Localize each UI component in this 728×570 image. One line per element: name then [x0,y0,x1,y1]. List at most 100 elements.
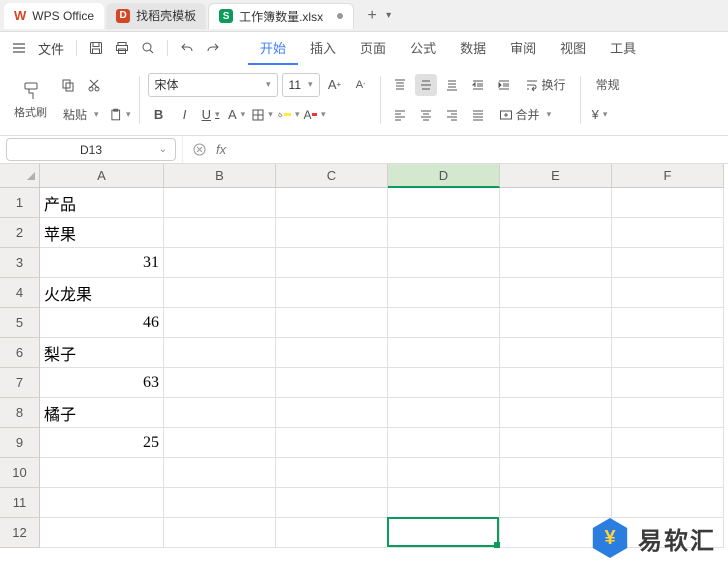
cell[interactable]: 46 [40,308,164,338]
ribbon-tab[interactable]: 审阅 [498,32,548,65]
print-icon[interactable] [111,37,133,59]
copy-icon[interactable] [57,74,79,96]
cell[interactable] [612,458,724,488]
cell[interactable] [612,338,724,368]
print-preview-icon[interactable] [137,37,159,59]
cell[interactable] [276,488,388,518]
cell[interactable] [164,398,276,428]
tab-add-button[interactable]: + [360,4,384,28]
format-painter-button[interactable]: 格式刷 [8,72,53,128]
redo-icon[interactable] [202,37,224,59]
cell[interactable] [500,308,612,338]
borders-button[interactable]: ▾ [252,104,274,126]
cell[interactable]: 25 [40,428,164,458]
name-box[interactable]: D13 ⌄ [6,138,176,161]
save-icon[interactable] [85,37,107,59]
align-center-icon[interactable] [415,104,437,126]
cell[interactable] [612,218,724,248]
increase-font-icon[interactable]: A+ [324,74,346,96]
menu-file[interactable]: 文件 [34,39,68,58]
cell[interactable] [276,218,388,248]
cell[interactable] [40,458,164,488]
font-name-select[interactable]: 宋体▾ [148,73,278,97]
row-header[interactable]: 11 [0,488,40,518]
decrease-indent-icon[interactable] [467,74,489,96]
cell[interactable] [388,428,500,458]
cell[interactable] [500,338,612,368]
column-header[interactable]: B [164,164,276,188]
cell[interactable] [164,338,276,368]
number-format-select[interactable]: 常规 [589,73,627,97]
cut-icon[interactable] [83,74,105,96]
cell[interactable] [164,308,276,338]
decrease-font-icon[interactable]: A- [350,74,372,96]
cancel-icon[interactable] [193,143,206,156]
cell[interactable] [612,188,724,218]
merge-cells-button[interactable]: 合并▾ [493,103,558,127]
bold-button[interactable]: B [148,104,170,126]
ribbon-tab[interactable]: 数据 [448,32,498,65]
increase-indent-icon[interactable] [493,74,515,96]
cell[interactable] [388,308,500,338]
paste-button[interactable]: 粘贴▾ [57,103,105,127]
cell[interactable] [500,188,612,218]
cell[interactable] [388,338,500,368]
cell[interactable] [276,398,388,428]
column-header[interactable]: C [276,164,388,188]
row-header[interactable]: 2 [0,218,40,248]
currency-button[interactable]: ¥▾ [589,104,611,126]
row-header[interactable]: 3 [0,248,40,278]
cell[interactable] [388,278,500,308]
cell[interactable] [388,248,500,278]
cell[interactable] [164,278,276,308]
cell[interactable] [276,278,388,308]
ribbon-tab[interactable]: 视图 [548,32,598,65]
cell[interactable] [276,338,388,368]
cell[interactable] [276,458,388,488]
ribbon-tab[interactable]: 开始 [248,32,298,65]
cell[interactable] [40,488,164,518]
tab-workbook[interactable]: S 工作簿数量.xlsx [208,3,354,29]
cell[interactable]: 63 [40,368,164,398]
cell[interactable] [164,248,276,278]
cell[interactable] [276,248,388,278]
cell[interactable] [164,218,276,248]
formula-bar[interactable]: fx [182,136,728,163]
row-header[interactable]: 8 [0,398,40,428]
cell[interactable]: 苹果 [40,218,164,248]
tab-template[interactable]: D 找稻壳模板 [106,3,206,29]
cell[interactable] [612,308,724,338]
fx-icon[interactable]: fx [216,142,226,157]
font-size-select[interactable]: 11▾ [282,73,320,97]
cell[interactable] [388,488,500,518]
cell[interactable] [276,428,388,458]
cell[interactable] [500,278,612,308]
cell[interactable] [500,218,612,248]
clipboard-options-icon[interactable]: ▾ [109,104,131,126]
cell[interactable] [164,518,276,548]
cell[interactable] [388,398,500,428]
align-middle-icon[interactable] [415,74,437,96]
cell[interactable] [612,278,724,308]
undo-icon[interactable] [176,37,198,59]
row-header[interactable]: 9 [0,428,40,458]
cell[interactable]: 橘子 [40,398,164,428]
cell[interactable] [500,248,612,278]
cell[interactable] [164,428,276,458]
align-right-icon[interactable] [441,104,463,126]
cell[interactable] [500,398,612,428]
column-header[interactable]: E [500,164,612,188]
cell[interactable] [612,428,724,458]
column-header[interactable]: A [40,164,164,188]
align-left-icon[interactable] [389,104,411,126]
cell[interactable] [612,398,724,428]
cell[interactable] [388,518,500,548]
row-header[interactable]: 6 [0,338,40,368]
row-header[interactable]: 4 [0,278,40,308]
column-header[interactable]: D [388,164,500,188]
align-top-icon[interactable] [389,74,411,96]
cell[interactable] [612,248,724,278]
cell[interactable] [500,428,612,458]
row-header[interactable]: 5 [0,308,40,338]
italic-button[interactable]: I [174,104,196,126]
